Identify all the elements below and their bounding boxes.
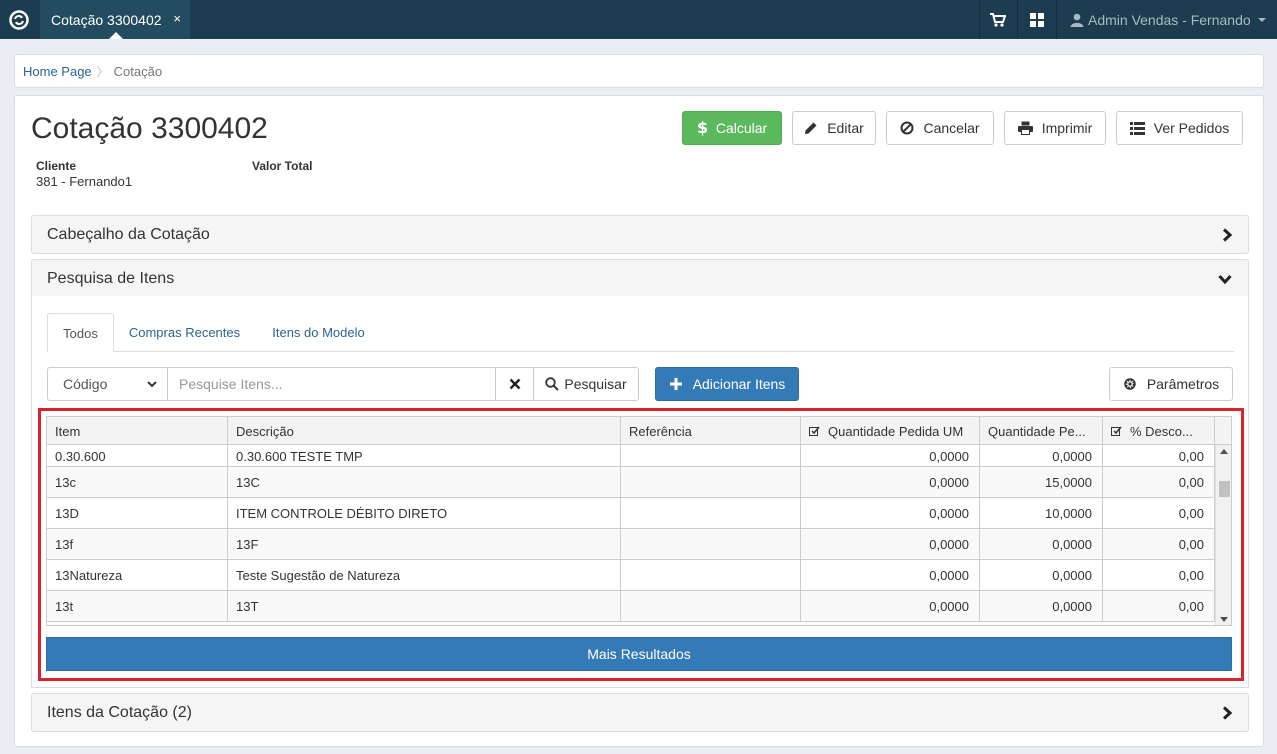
breadcrumb: Home Page 〉 Cotação [14, 54, 1264, 88]
list-icon [1129, 121, 1145, 135]
close-icon [509, 378, 520, 390]
dollar-icon: $ [697, 120, 707, 136]
tab-todos[interactable]: Todos [47, 313, 114, 353]
imprimir-label: Imprimir [1041, 120, 1093, 136]
tab-close-icon[interactable]: × [173, 11, 181, 26]
cancelar-button[interactable]: Cancelar [886, 111, 994, 145]
cancelar-label: Cancelar [923, 120, 980, 136]
adicionar-itens-label: Adicionar Itens [692, 376, 786, 392]
search-placeholder: Pesquise Itens... [179, 376, 283, 392]
valor-total-label: Valor Total [252, 159, 313, 173]
printer-icon [1017, 121, 1033, 135]
itens-cotacao-accordion[interactable]: Itens da Cotação (2) [31, 693, 1249, 732]
clear-search-button[interactable] [495, 367, 534, 401]
parametros-button[interactable]: Parâmetros [1109, 367, 1233, 401]
tab-cotacao[interactable]: Cotação 3300402 × [40, 0, 190, 39]
page-title: Cotação 3300402 [31, 112, 268, 145]
pencil-icon [805, 122, 817, 134]
calcular-label: Calcular [715, 120, 768, 136]
search-filter-select[interactable]: Código [47, 367, 168, 401]
itens-cotacao-title: Itens da Cotação (2) [47, 703, 192, 721]
cabecalho-title: Cabeçalho da Cotação [47, 225, 210, 243]
breadcrumb-current: Cotação [113, 63, 163, 79]
user-icon [1070, 13, 1084, 27]
editar-button[interactable]: Editar [792, 111, 876, 145]
search-input[interactable]: Pesquise Itens... [167, 367, 496, 401]
user-name: Admin Vendas - Fernando [1088, 11, 1251, 28]
chevron-right-icon [1222, 228, 1232, 242]
editar-label: Editar [827, 120, 864, 136]
cliente-value: 381 - Fernando1 [36, 174, 133, 189]
pesquisa-accordion[interactable]: Pesquisa de Itens [31, 259, 1249, 298]
search-icon [545, 377, 560, 391]
chevron-down-icon [1257, 17, 1266, 22]
apps-grid-icon[interactable] [1018, 0, 1056, 39]
pesquisar-label: Pesquisar [564, 376, 627, 392]
ver-pedidos-button[interactable]: Ver Pedidos [1116, 111, 1243, 145]
ver-pedidos-label: Ver Pedidos [1153, 120, 1230, 136]
divider [1056, 0, 1057, 39]
svg-text:$: $ [697, 120, 707, 136]
app-logo-icon[interactable] [0, 0, 38, 39]
cabecalho-accordion[interactable]: Cabeçalho da Cotação [31, 215, 1249, 254]
top-navbar: Cotação 3300402 × Admin Vendas - Fernand… [0, 0, 1277, 39]
breadcrumb-separator: 〉 [96, 64, 109, 79]
mais-resultados-button[interactable]: Mais Resultados [46, 637, 1232, 671]
chevron-down-icon [1218, 274, 1232, 284]
cliente-label: Cliente [36, 159, 77, 173]
ban-icon [900, 121, 914, 135]
cart-icon[interactable] [980, 0, 1016, 39]
search-tabs: Todos Compras Recentes Itens do Modelo [47, 313, 1234, 353]
pesquisar-button[interactable]: Pesquisar [533, 367, 639, 401]
search-filter-value: Código [63, 376, 108, 392]
plus-icon [669, 378, 682, 390]
calcular-button[interactable]: $ Calcular [682, 111, 782, 145]
chevron-right-icon [1222, 706, 1232, 720]
user-menu[interactable]: Admin Vendas - Fernando [1070, 0, 1266, 39]
breadcrumb-home-link[interactable]: Home Page [23, 64, 92, 79]
tab-compras-recentes[interactable]: Compras Recentes [119, 313, 250, 352]
tab-indicator [109, 32, 123, 39]
chevron-down-icon [147, 381, 157, 388]
adicionar-itens-button[interactable]: Adicionar Itens [655, 367, 799, 401]
parametros-label: Parâmetros [1146, 376, 1220, 392]
pesquisa-title: Pesquisa de Itens [47, 269, 175, 287]
imprimir-button[interactable]: Imprimir [1004, 111, 1106, 145]
gear-icon [1124, 378, 1136, 390]
tab-itens-do-modelo[interactable]: Itens do Modelo [260, 313, 377, 352]
tab-title: Cotação 3300402 [51, 11, 162, 28]
